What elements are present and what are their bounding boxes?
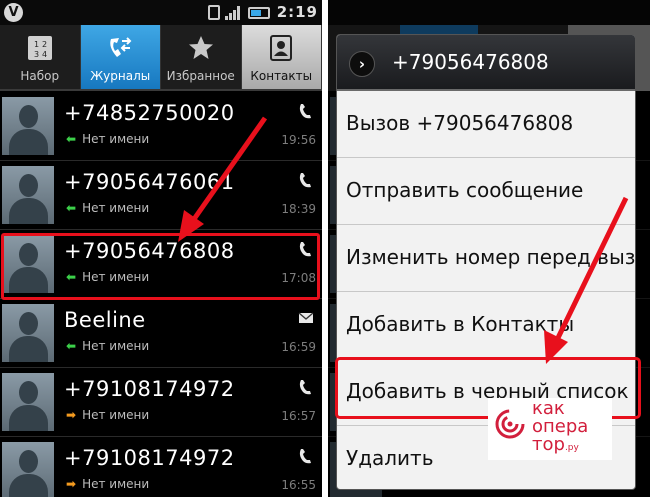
carrier-logo-icon: V bbox=[4, 3, 23, 22]
status-time: 2:19 bbox=[276, 3, 318, 21]
menu-item-call[interactable]: Вызов +79056476808 bbox=[337, 91, 635, 158]
tab-dialer[interactable]: 1 2 3 4 Набор bbox=[0, 25, 81, 89]
menu-item-label: Вызов +79056476808 bbox=[346, 111, 574, 135]
kakoperator-watermark: как опера тор.ру bbox=[488, 398, 612, 460]
brand-text: как опера тор.ру bbox=[532, 400, 588, 457]
contact-avatar bbox=[2, 97, 54, 155]
call-log-row[interactable]: +79056476061 ⬅ Нет имени 18:39 bbox=[0, 162, 322, 230]
brand-suffix: .ру bbox=[564, 443, 579, 453]
tab-contacts[interactable]: Контакты bbox=[241, 25, 322, 89]
contact-avatar bbox=[2, 442, 54, 497]
phone-icon bbox=[299, 449, 311, 464]
tab-contacts-label: Контакты bbox=[250, 69, 313, 83]
call-number: +79108174972 bbox=[64, 377, 235, 401]
brand-line-3: тор bbox=[532, 434, 565, 455]
call-subline: ⬅ Нет имени bbox=[66, 201, 149, 215]
call-subline: ⬅ Нет имени bbox=[66, 132, 149, 146]
battery-icon bbox=[248, 6, 270, 19]
dialpad-icon: 1 2 3 4 bbox=[27, 36, 52, 60]
signal-icon bbox=[225, 5, 243, 20]
dialog-title: +79056476808 bbox=[392, 50, 549, 74]
contact-avatar bbox=[2, 373, 54, 431]
tab-bar: 1 2 3 4 Набор Журналы Избранное Контакты bbox=[0, 25, 322, 91]
svg-text:4: 4 bbox=[42, 50, 47, 59]
contacts-icon bbox=[270, 35, 293, 61]
menu-item-label: Добавить в Контакты bbox=[346, 312, 575, 336]
call-time: 16:57 bbox=[281, 409, 316, 423]
menu-item-add-contact[interactable]: Добавить в Контакты bbox=[337, 292, 635, 359]
call-status: Нет имени bbox=[82, 132, 150, 146]
outgoing-arrow-icon: ➡ bbox=[66, 477, 77, 491]
call-time: 16:59 bbox=[281, 340, 316, 354]
svg-text:1: 1 bbox=[34, 40, 39, 49]
call-status: Нет имени bbox=[82, 201, 150, 215]
vibrate-icon bbox=[208, 5, 220, 20]
outgoing-arrow-icon: ➡ bbox=[66, 408, 77, 422]
contact-avatar bbox=[2, 166, 54, 224]
status-bar: V 2:19 bbox=[0, 0, 322, 25]
call-status: Нет имени bbox=[82, 477, 150, 491]
call-status: Нет имени bbox=[82, 408, 150, 422]
call-number: +79108174972 bbox=[64, 446, 235, 470]
brand-logo-icon bbox=[495, 409, 525, 439]
envelope-icon bbox=[298, 312, 314, 323]
status-icons bbox=[208, 5, 270, 20]
call-time: 19:56 bbox=[281, 133, 316, 147]
incoming-arrow-icon: ⬅ bbox=[66, 339, 77, 353]
call-log-icon bbox=[110, 37, 132, 57]
star-icon bbox=[188, 36, 213, 59]
dialog-header: › +79056476808 bbox=[337, 35, 635, 91]
phone-icon bbox=[299, 104, 311, 119]
call-log-row[interactable]: Beeline ⬅ Нет имени 16:59 bbox=[0, 300, 322, 368]
call-time: 18:39 bbox=[281, 202, 316, 216]
call-subline: ⬅ Нет имени bbox=[66, 339, 149, 353]
incoming-arrow-icon: ⬅ bbox=[66, 132, 77, 146]
call-subline: ➡ Нет имени bbox=[66, 477, 149, 491]
status-bar-dim bbox=[328, 0, 650, 25]
phone-icon bbox=[299, 380, 311, 395]
contact-avatar bbox=[2, 304, 54, 362]
call-subline: ➡ Нет имени bbox=[66, 408, 149, 422]
menu-item-send-message[interactable]: Отправить сообщение bbox=[337, 158, 635, 225]
menu-item-label: Удалить bbox=[346, 446, 434, 470]
call-number: +74852750020 bbox=[64, 101, 235, 125]
call-number: Beeline bbox=[64, 308, 146, 332]
chevron-right-icon: › bbox=[349, 51, 375, 77]
tab-logs[interactable]: Журналы bbox=[80, 25, 161, 89]
call-log-row[interactable]: +79108174972 ➡ Нет имени 16:55 bbox=[0, 438, 322, 497]
highlight-box-call bbox=[1, 233, 320, 300]
svg-text:3: 3 bbox=[34, 50, 39, 59]
menu-item-label: Изменить номер перед вызо bbox=[346, 245, 636, 269]
svg-text:2: 2 bbox=[42, 40, 47, 49]
tab-dialer-label: Набор bbox=[20, 69, 60, 83]
call-status: Нет имени bbox=[82, 339, 150, 353]
tab-favorites-label: Избранное bbox=[166, 69, 235, 83]
call-log-row[interactable]: +74852750020 ⬅ Нет имени 19:56 bbox=[0, 93, 322, 161]
call-number: +79056476061 bbox=[64, 170, 235, 194]
menu-item-edit-number[interactable]: Изменить номер перед вызо bbox=[337, 225, 635, 292]
menu-item-label: Отправить сообщение bbox=[346, 178, 584, 202]
call-time: 16:55 bbox=[281, 478, 316, 492]
phone-icon bbox=[299, 173, 311, 188]
incoming-arrow-icon: ⬅ bbox=[66, 201, 77, 215]
call-log-row[interactable]: +79108174972 ➡ Нет имени 16:57 bbox=[0, 369, 322, 437]
tab-favorites[interactable]: Избранное bbox=[161, 25, 242, 89]
tab-logs-label: Журналы bbox=[90, 69, 151, 83]
